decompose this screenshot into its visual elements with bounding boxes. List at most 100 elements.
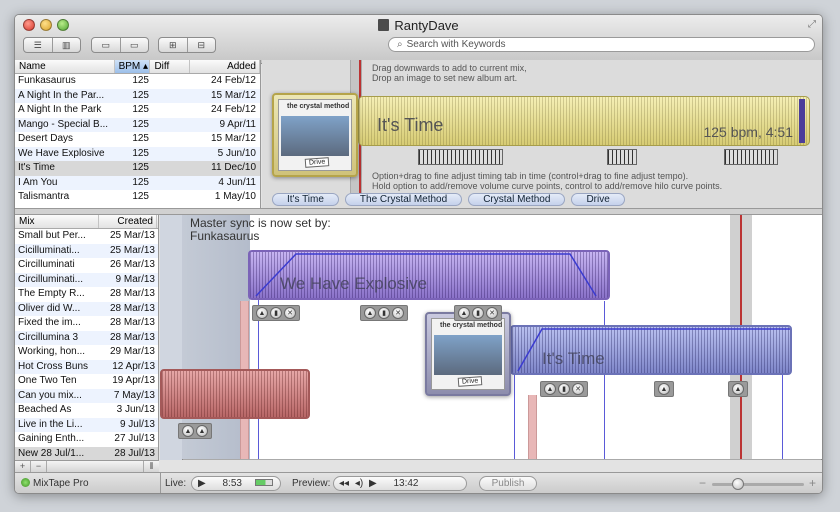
timing-tab-1[interactable] bbox=[418, 149, 503, 165]
clip-2-name: It's Time bbox=[542, 349, 605, 368]
mix-row[interactable]: Small but Per... 25 Mar/13 bbox=[15, 229, 158, 244]
preview-rewind-icon[interactable]: ◂◂ bbox=[334, 478, 349, 489]
song-row[interactable]: Talismantra 125 1 May/10 bbox=[15, 190, 260, 205]
mix-row[interactable]: New 28 Jul/1... 28 Jul/13 bbox=[15, 446, 158, 461]
close-icon[interactable]: ✕ bbox=[572, 383, 584, 395]
song-row[interactable]: It's Time 125 11 Dec/10 bbox=[15, 161, 260, 176]
mix-row[interactable]: Fixed the im... 28 Mar/13 bbox=[15, 316, 158, 331]
waveform-end-marker bbox=[799, 99, 805, 143]
timing-tab-3[interactable] bbox=[724, 149, 778, 165]
eject-icon[interactable]: ▲ bbox=[458, 307, 470, 319]
splitter[interactable] bbox=[15, 208, 822, 215]
lock-icon[interactable]: ▮ bbox=[270, 307, 282, 319]
mix-row[interactable]: Oliver did W... 28 Mar/13 bbox=[15, 301, 158, 316]
view-toggle-group: ☰ ▥ bbox=[23, 37, 81, 53]
mix-row[interactable]: Can you mix... 7 May/13 bbox=[15, 388, 158, 403]
mix-created: 28 Mar/13 bbox=[109, 317, 155, 328]
add-mix-button[interactable]: + bbox=[15, 461, 31, 472]
mix-row[interactable]: Circillumina 3 28 Mar/13 bbox=[15, 330, 158, 345]
clip-previous[interactable] bbox=[160, 369, 310, 419]
preview-play-icon[interactable]: ▶ bbox=[369, 478, 377, 489]
list-resize-handle[interactable]: ⦀ bbox=[143, 461, 159, 472]
eject-icon[interactable]: ▲ bbox=[732, 383, 744, 395]
timing-tab-2[interactable] bbox=[607, 149, 637, 165]
song-row[interactable]: Desert Days 125 15 Mar/12 bbox=[15, 132, 260, 147]
col-added[interactable]: Added bbox=[190, 60, 260, 73]
mix-row[interactable]: Live in the Li... 9 Jul/13 bbox=[15, 417, 158, 432]
song-bpm: 125 bbox=[132, 118, 149, 130]
mix-row[interactable]: Hot Cross Buns 12 Apr/13 bbox=[15, 359, 158, 374]
col-diff[interactable]: Diff bbox=[150, 60, 191, 73]
col-mix[interactable]: Mix bbox=[15, 215, 99, 228]
remove-mix-button[interactable]: − bbox=[31, 461, 47, 472]
col-name[interactable]: Name bbox=[15, 60, 115, 73]
col-bpm[interactable]: BPM ▴ bbox=[114, 60, 151, 73]
live-play-icon[interactable]: ▶ bbox=[192, 478, 206, 489]
mix-timeline[interactable]: Master sync is now set by: Funkasaurus We… bbox=[160, 215, 822, 460]
song-name: Talismantra bbox=[18, 191, 70, 202]
lock-icon[interactable]: ▮ bbox=[558, 383, 570, 395]
mix-row[interactable]: Beached As 3 Jun/13 bbox=[15, 403, 158, 418]
song-row[interactable]: A Night In the Par... 125 15 Mar/12 bbox=[15, 88, 260, 103]
clip-its-time[interactable]: It's Time bbox=[510, 325, 792, 375]
eject-icon[interactable]: ▲ bbox=[658, 383, 670, 395]
clip-1-controls-a: ▲ ▮ ✕ bbox=[252, 305, 300, 321]
tag-artist[interactable]: The Crystal Method bbox=[344, 193, 463, 206]
album-art[interactable]: the crystal method Drive bbox=[272, 93, 358, 177]
song-row[interactable]: Mango - Special B... 125 9 Apr/11 bbox=[15, 117, 260, 132]
eject-icon-2[interactable]: ▲ bbox=[196, 425, 208, 437]
col-created[interactable]: Created bbox=[99, 215, 157, 228]
eject-icon[interactable]: ▲ bbox=[182, 425, 194, 437]
tag-artist-alt[interactable]: Crystal Method bbox=[468, 193, 566, 206]
publish-button[interactable]: Publish bbox=[479, 476, 537, 491]
mix-name: New 28 Jul/1... bbox=[18, 447, 85, 459]
zoom-in-icon[interactable]: + bbox=[809, 476, 816, 490]
left-panel-button[interactable]: ▭ bbox=[92, 38, 121, 52]
search-field[interactable]: ⌕ Search with Keywords bbox=[388, 37, 815, 52]
zoom-slider-knob[interactable] bbox=[732, 478, 744, 490]
mix-name: Gaining Enth... bbox=[18, 433, 85, 444]
timeline-album-art[interactable]: the crystal method Drive bbox=[425, 312, 511, 396]
mix-row[interactable]: Working, hon... 29 Mar/13 bbox=[15, 345, 158, 360]
tag-album[interactable]: Drive bbox=[571, 193, 625, 206]
mix-row[interactable]: Gaining Enth... 27 Jul/13 bbox=[15, 432, 158, 447]
timeline-ruler[interactable] bbox=[182, 459, 822, 460]
track-waveform[interactable]: It's Time 125 bpm, 4:51 bbox=[358, 96, 810, 146]
mix-row[interactable]: Cicilluminati... 25 Mar/13 bbox=[15, 243, 158, 258]
join-track-button[interactable]: ⊟ bbox=[188, 38, 216, 52]
panel-toggle-group: ▭ ▭ bbox=[91, 37, 149, 53]
song-row[interactable]: Funkasaurus 125 24 Feb/12 bbox=[15, 74, 260, 89]
zoom-out-icon[interactable]: − bbox=[699, 476, 706, 490]
lock-icon[interactable]: ▮ bbox=[472, 307, 484, 319]
split-track-button[interactable]: ⊞ bbox=[159, 38, 188, 52]
zoom-slider[interactable] bbox=[712, 478, 804, 490]
clip-we-have-explosive[interactable]: We Have Explosive bbox=[248, 250, 610, 300]
hint-bottom-2: Hold option to add/remove volume curve p… bbox=[372, 181, 723, 191]
song-row[interactable]: I Am You 125 4 Jun/11 bbox=[15, 175, 260, 190]
close-icon[interactable]: ✕ bbox=[392, 307, 404, 319]
close-icon[interactable]: ✕ bbox=[284, 307, 296, 319]
mix-row[interactable]: Circilluminati... 9 Mar/13 bbox=[15, 272, 158, 287]
mix-row[interactable]: One Two Ten 19 Apr/13 bbox=[15, 374, 158, 389]
close-icon[interactable]: ✕ bbox=[486, 307, 498, 319]
lock-icon[interactable]: ▮ bbox=[378, 307, 390, 319]
list-view-button[interactable]: ☰ bbox=[24, 38, 53, 52]
song-bpm: 125 bbox=[132, 147, 149, 159]
timeline-album-image: the crystal method Drive bbox=[431, 318, 505, 390]
timeline-album-stamp: Drive bbox=[457, 376, 483, 387]
eject-icon[interactable]: ▲ bbox=[256, 307, 268, 319]
fullscreen-icon[interactable]: ⤢ bbox=[808, 19, 816, 30]
mix-row[interactable]: Circilluminati 26 Mar/13 bbox=[15, 258, 158, 273]
eject-icon[interactable]: ▲ bbox=[544, 383, 556, 395]
mix-list-footer: + − ⦀ bbox=[15, 460, 159, 472]
right-panel-button[interactable]: ▭ bbox=[121, 38, 149, 52]
preview-volume-icon[interactable]: ◂) bbox=[355, 478, 363, 489]
song-row[interactable]: We Have Explosive 125 5 Jun/10 bbox=[15, 146, 260, 161]
track-title: It's Time bbox=[377, 115, 444, 135]
song-rows: Funkasaurus 125 24 Feb/12 A Night In the Pa… bbox=[15, 74, 260, 205]
tag-track[interactable]: It's Time bbox=[272, 193, 339, 206]
eject-icon[interactable]: ▲ bbox=[364, 307, 376, 319]
song-row[interactable]: A Night In the Park 125 24 Feb/12 bbox=[15, 103, 260, 118]
split-view-button[interactable]: ▥ bbox=[53, 38, 81, 52]
mix-row[interactable]: The Empty R... 28 Mar/13 bbox=[15, 287, 158, 302]
